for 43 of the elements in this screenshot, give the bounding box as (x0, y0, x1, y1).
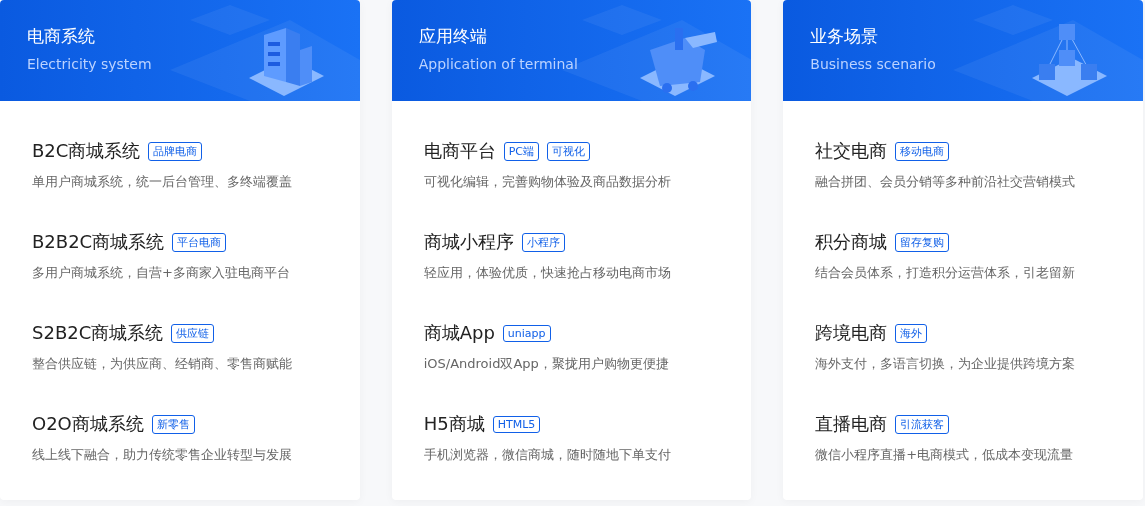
card-subtitle: Business scenario (810, 56, 937, 72)
product-description: 单用户商城系统，统一后台管理、多终端覆盖 (32, 173, 293, 191)
tag: 引流获客 (895, 414, 950, 434)
tag: 小程序 (521, 232, 565, 252)
product-name[interactable]: 商城小程序 (423, 230, 514, 254)
product-name[interactable]: 积分商城 (815, 230, 888, 254)
tag: PC端 (503, 141, 539, 161)
product-name[interactable]: B2C商城系统 (32, 139, 141, 163)
product-description: 线上线下融合，助力传统零售企业转型与发展 (32, 446, 293, 464)
tag: uniapp (502, 324, 551, 342)
card-subtitle: Electricity system (27, 56, 153, 72)
tag: 新零售 (151, 414, 195, 434)
product-name[interactable]: H5商城 (423, 412, 485, 436)
product-name[interactable]: 商城App (423, 321, 495, 345)
tag: 移动电商 (895, 141, 950, 161)
product-description: 可视化编辑，完善购物体验及商品数据分析 (423, 173, 672, 191)
tag: 留存复购 (895, 232, 950, 252)
tag: HTML5 (492, 415, 541, 433)
product-name[interactable]: O2O商城系统 (32, 412, 144, 436)
product-description: 结合会员体系，打造积分运营体系，引老留新 (815, 264, 1077, 282)
product-description: 融合拼团、会员分销等多种前沿社交营销模式 (815, 173, 1077, 191)
product-name[interactable]: 跨境电商 (815, 321, 888, 345)
tag: 平台电商 (172, 232, 227, 252)
product-description: 整合供应链，为供应商、经销商、零售商赋能 (32, 355, 293, 373)
product-name[interactable]: 社交电商 (815, 139, 888, 163)
product-description: 海外支付，多语言切换，为企业提供跨境方案 (815, 355, 1077, 373)
tag: 供应链 (171, 323, 215, 343)
card-title: 应用终端 (418, 25, 488, 48)
tag: 可视化 (547, 141, 590, 161)
product-name[interactable]: B2B2C商城系统 (32, 230, 165, 254)
product-description: 轻应用，体验优质，快速抢占移动电商市场 (423, 264, 672, 282)
card-title: 电商系统 (27, 25, 96, 48)
product-description: 微信小程序直播+电商模式，低成本变现流量 (815, 446, 1075, 464)
product-description: iOS/Android双App，聚拢用户购物更便捷 (423, 355, 670, 373)
product-description: 多用户商城系统，自营+多商家入驻电商平台 (32, 264, 291, 282)
card-subtitle: Application of terminal (418, 56, 579, 72)
product-name[interactable]: 电商平台 (423, 139, 496, 163)
product-name[interactable]: 直播电商 (815, 412, 888, 436)
product-name[interactable]: S2B2C商城系统 (32, 321, 164, 345)
tag: 海外 (895, 323, 928, 343)
product-description: 手机浏览器，微信商城，随时随地下单支付 (423, 446, 672, 464)
card-title: 业务场景 (810, 25, 880, 48)
tag: 品牌电商 (148, 141, 203, 161)
